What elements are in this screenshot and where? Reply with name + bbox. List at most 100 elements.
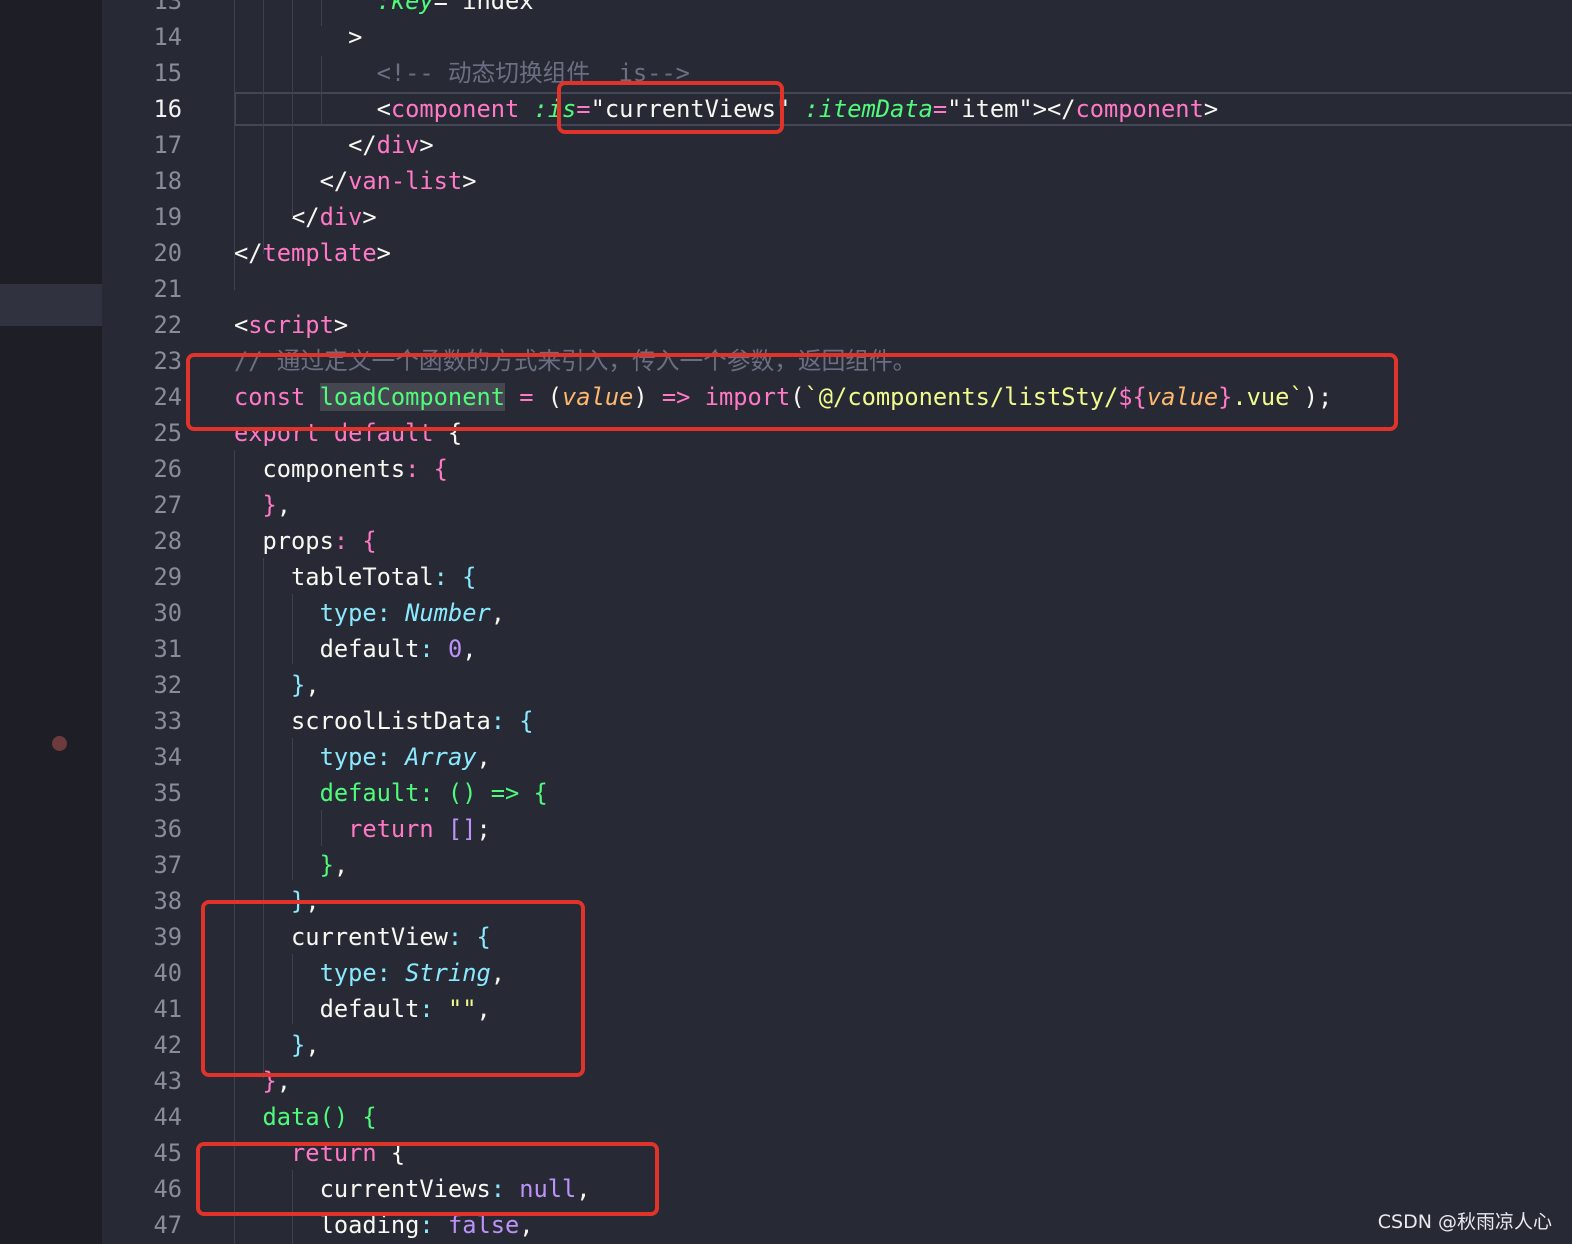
line-number: 41 bbox=[153, 995, 182, 1023]
code-token: : bbox=[376, 599, 406, 627]
code-line[interactable]: 19 </div> bbox=[0, 199, 1572, 235]
code-token: } bbox=[291, 671, 306, 699]
code-line[interactable]: 26 components: { bbox=[0, 451, 1572, 487]
code-token: : bbox=[419, 635, 448, 663]
code-token: type bbox=[319, 599, 377, 627]
code-text: <script> bbox=[234, 307, 348, 343]
code-line[interactable]: 44 data() { bbox=[0, 1099, 1572, 1135]
annotation-box-currentviews-binding bbox=[557, 81, 784, 134]
line-number: 27 bbox=[153, 491, 182, 519]
code-text: > bbox=[234, 19, 362, 55]
line-number: 42 bbox=[153, 1031, 182, 1059]
code-line[interactable]: 34 type: Array, bbox=[0, 739, 1572, 775]
indent-guide bbox=[321, 810, 322, 846]
code-line[interactable]: 37 }, bbox=[0, 847, 1572, 883]
code-line[interactable]: 36 return []; bbox=[0, 811, 1572, 847]
code-text: }, bbox=[234, 667, 320, 703]
code-line[interactable]: 15 <!-- 动态切换组件 is--> bbox=[0, 55, 1572, 91]
line-number: 33 bbox=[153, 707, 182, 735]
line-number: 18 bbox=[153, 167, 182, 195]
code-line[interactable]: 30 type: Number, bbox=[0, 595, 1572, 631]
line-number: 25 bbox=[153, 419, 182, 447]
code-line[interactable]: 20 </template> bbox=[0, 235, 1572, 271]
code-token: =" bbox=[433, 0, 463, 15]
line-number: 39 bbox=[153, 923, 182, 951]
code-line[interactable]: 17 </div> bbox=[0, 127, 1572, 163]
code-token: : { bbox=[433, 563, 477, 591]
code-token: "item" bbox=[947, 95, 1033, 123]
indent-guide bbox=[292, 0, 293, 218]
code-token: type bbox=[319, 743, 377, 771]
code-token: = bbox=[932, 95, 948, 123]
line-number: 45 bbox=[153, 1139, 182, 1167]
code-line[interactable]: 32 }, bbox=[0, 667, 1572, 703]
code-token: 0 bbox=[447, 635, 463, 663]
code-token: component bbox=[1075, 95, 1204, 123]
line-number: 34 bbox=[153, 743, 182, 771]
code-text: return []; bbox=[234, 811, 491, 847]
code-line[interactable]: 21 bbox=[0, 271, 1572, 307]
code-line[interactable]: 28 props: { bbox=[0, 523, 1572, 559]
indent-guide bbox=[234, 0, 235, 290]
code-line[interactable]: 13 :key="index bbox=[0, 0, 1572, 19]
code-token: < bbox=[234, 311, 249, 339]
line-number: 16 bbox=[153, 95, 182, 123]
code-token: : { bbox=[405, 455, 448, 483]
line-number: 36 bbox=[153, 815, 182, 843]
code-token: , bbox=[462, 635, 477, 663]
line-number: 17 bbox=[153, 131, 182, 159]
code-token: component bbox=[390, 95, 520, 123]
code-line[interactable]: 31 default: 0, bbox=[0, 631, 1572, 667]
code-token: data() { bbox=[262, 1103, 377, 1131]
code-text: scroolListData: { bbox=[234, 703, 534, 739]
code-token: :key bbox=[376, 0, 434, 15]
code-line[interactable]: 35 default: () => { bbox=[0, 775, 1572, 811]
code-token: , bbox=[333, 851, 349, 879]
code-token: default bbox=[234, 635, 420, 663]
line-number: 38 bbox=[153, 887, 182, 915]
line-number: 29 bbox=[153, 563, 182, 591]
line-number: 35 bbox=[153, 779, 182, 807]
code-line[interactable]: 14 > bbox=[0, 19, 1572, 55]
line-number: 26 bbox=[153, 455, 182, 483]
indent-guide bbox=[321, 56, 322, 126]
code-token: , bbox=[490, 599, 505, 627]
line-number: 21 bbox=[153, 275, 182, 303]
code-line[interactable]: 18 </van-list> bbox=[0, 163, 1572, 199]
code-text: components: { bbox=[234, 451, 448, 487]
code-token: < bbox=[234, 95, 391, 123]
code-token: : { bbox=[490, 707, 534, 735]
indent-guide bbox=[292, 594, 293, 664]
code-token: template bbox=[262, 239, 377, 267]
code-text: type: Number, bbox=[234, 595, 505, 631]
indent-guide bbox=[321, 0, 322, 26]
code-token: , bbox=[476, 743, 491, 771]
code-token: components bbox=[234, 455, 406, 483]
code-token: , bbox=[276, 491, 292, 519]
code-line[interactable]: 16 <component :is="currentViews" :itemDa… bbox=[0, 91, 1572, 127]
code-line[interactable]: 22 <script> bbox=[0, 307, 1572, 343]
code-line[interactable]: 33 scroolListData: { bbox=[0, 703, 1572, 739]
code-token: > bbox=[234, 23, 363, 51]
line-number: 15 bbox=[153, 59, 182, 87]
line-number: 13 bbox=[153, 0, 182, 15]
code-line[interactable]: 29 tableTotal: { bbox=[0, 559, 1572, 595]
code-token: [] bbox=[447, 815, 477, 843]
code-line[interactable]: 27 }, bbox=[0, 487, 1572, 523]
code-text: :key="index bbox=[234, 0, 534, 19]
code-token: : bbox=[376, 743, 406, 771]
line-number: 40 bbox=[153, 959, 182, 987]
line-number: 24 bbox=[153, 383, 182, 411]
code-token: div bbox=[319, 203, 363, 231]
code-text: default: () => { bbox=[234, 775, 548, 811]
code-token: Array bbox=[405, 743, 477, 771]
code-token: scroolListData bbox=[234, 707, 491, 735]
code-text: }, bbox=[234, 487, 292, 523]
